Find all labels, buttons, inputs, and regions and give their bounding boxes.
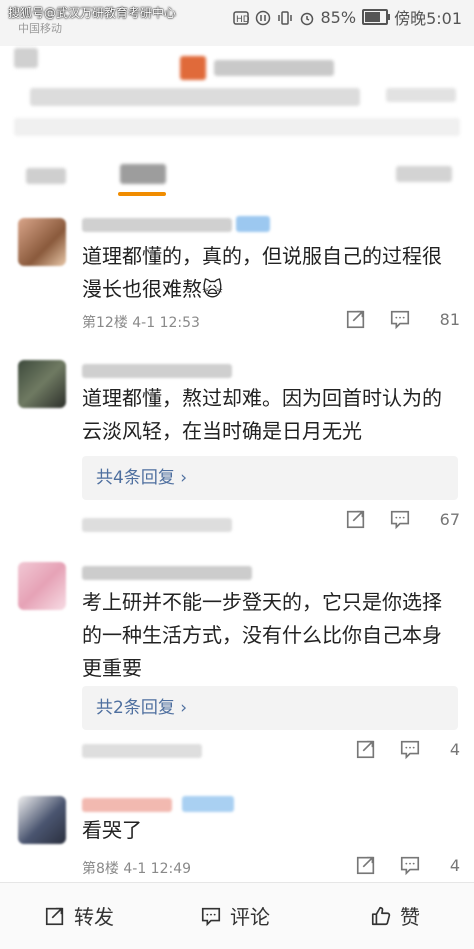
avatar xyxy=(180,56,206,80)
comment-label: 评论 xyxy=(230,905,270,929)
avatar[interactable] xyxy=(18,562,66,610)
share-icon[interactable] xyxy=(334,508,378,530)
vibrate-icon xyxy=(277,10,293,25)
svg-text:HD: HD xyxy=(236,15,249,25)
username[interactable] xyxy=(82,218,232,232)
avatar[interactable] xyxy=(18,796,66,844)
author-name xyxy=(214,60,334,76)
comment-button[interactable]: 评论 xyxy=(200,901,270,930)
comment-icon[interactable] xyxy=(388,738,432,760)
watermark: 搜狐号@武汉万研教育考研中心 xyxy=(8,6,177,20)
post-divider xyxy=(14,118,460,136)
replies-label: 共4条回复 xyxy=(96,468,175,488)
like-count: 4 xyxy=(449,739,460,759)
comment-text: 道理都懂，熬过却难。因为回首时认为的云淡风轻，在当时确是日月无光 xyxy=(82,386,442,443)
battery-percent: 85% xyxy=(320,7,357,27)
clock: 傍晚5:01 xyxy=(394,9,462,28)
floor-time: 第8楼 4-1 12:49 xyxy=(82,861,192,877)
comment-icon xyxy=(201,907,221,926)
replies-button[interactable]: 共4条回复 › xyxy=(82,456,458,500)
comment-item: 看哭了 第8楼 4-1 12:49 4 xyxy=(0,784,474,882)
username[interactable] xyxy=(82,364,232,378)
reply-preview xyxy=(82,518,232,532)
share-icon[interactable] xyxy=(344,854,388,876)
carrier-name: 中国移动 xyxy=(18,22,62,35)
chevron-right-icon: › xyxy=(180,698,188,718)
avatar[interactable] xyxy=(18,360,66,408)
replies-button[interactable]: 共2条回复 › xyxy=(82,686,458,730)
comment-item: 道理都懂，熬过却难。因为回首时认为的云淡风轻，在当时确是日月无光 共4条回复 ›… xyxy=(0,350,474,546)
tab-comments[interactable] xyxy=(120,164,166,184)
share-icon[interactable] xyxy=(344,738,388,760)
reply-preview xyxy=(82,744,202,758)
like-count: 67 xyxy=(439,509,460,529)
comment-text: 道理都懂的，真的，但说服自己的过程很漫长也很难熬🙀 xyxy=(82,244,442,301)
comment-item: 考上研并不能一步登天的，它只是你选择的一种生活方式，没有什么比你自己本身更重要 … xyxy=(0,552,474,782)
replies-label: 共2条回复 xyxy=(96,698,175,718)
comment-actions: 4 xyxy=(344,738,460,760)
tab-likes[interactable] xyxy=(396,166,452,182)
status-bar: 搜狐号@武汉万研教育考研中心 中国移动 HD 85% 傍晚5:01 xyxy=(0,0,474,46)
username[interactable] xyxy=(82,798,172,812)
like-count: 4 xyxy=(449,855,460,875)
battery-icon xyxy=(362,9,391,25)
username[interactable] xyxy=(82,566,252,580)
share-icon[interactable] xyxy=(334,308,378,330)
tab-active-indicator xyxy=(118,192,166,196)
comment-actions: 67 xyxy=(334,508,460,530)
like-icon xyxy=(371,906,391,925)
like-button[interactable]: 4 xyxy=(444,740,460,759)
floor-time: 第12楼 4-1 12:53 xyxy=(82,315,200,331)
comment-text: 考上研并不能一步登天的，它只是你选择的一种生活方式，没有什么比你自己本身更重要 xyxy=(82,590,442,680)
like-button[interactable]: 81 xyxy=(434,310,460,329)
repost-label: 转发 xyxy=(74,905,114,929)
comment-item: 道理都懂的，真的，但说服自己的过程很漫长也很难熬🙀 第12楼 4-1 12:53… xyxy=(0,206,474,346)
tab-repost[interactable] xyxy=(26,168,66,184)
comment-icon[interactable] xyxy=(388,854,432,876)
hd-icon: HD xyxy=(232,10,249,25)
post-snippet xyxy=(30,88,360,106)
chevron-right-icon: › xyxy=(180,468,188,488)
post-snippet-tail xyxy=(386,88,456,102)
comment-actions: 4 xyxy=(344,854,460,876)
comment-icon[interactable] xyxy=(378,508,422,530)
comment-icon[interactable] xyxy=(378,308,422,330)
comment-text: 看哭了 xyxy=(82,818,142,842)
like-button[interactable]: 赞 xyxy=(370,901,420,930)
repost-button[interactable]: 转发 xyxy=(44,901,114,930)
like-count: 81 xyxy=(439,309,460,329)
status-icons: HD 85% 傍晚5:01 xyxy=(232,6,462,28)
back-icon[interactable] xyxy=(14,48,38,68)
user-badge xyxy=(182,796,234,812)
comment-actions: 81 xyxy=(334,308,460,330)
alarm-icon xyxy=(299,10,315,26)
like-button[interactable]: 67 xyxy=(434,510,460,529)
user-badge xyxy=(236,216,270,232)
nfc-icon xyxy=(255,10,271,26)
tabs-row xyxy=(0,148,474,200)
like-label: 赞 xyxy=(400,905,420,929)
like-button[interactable]: 4 xyxy=(444,856,460,875)
share-icon xyxy=(45,907,64,925)
avatar[interactable] xyxy=(18,218,66,266)
bottom-action-bar: 转发 评论 赞 xyxy=(0,882,474,949)
